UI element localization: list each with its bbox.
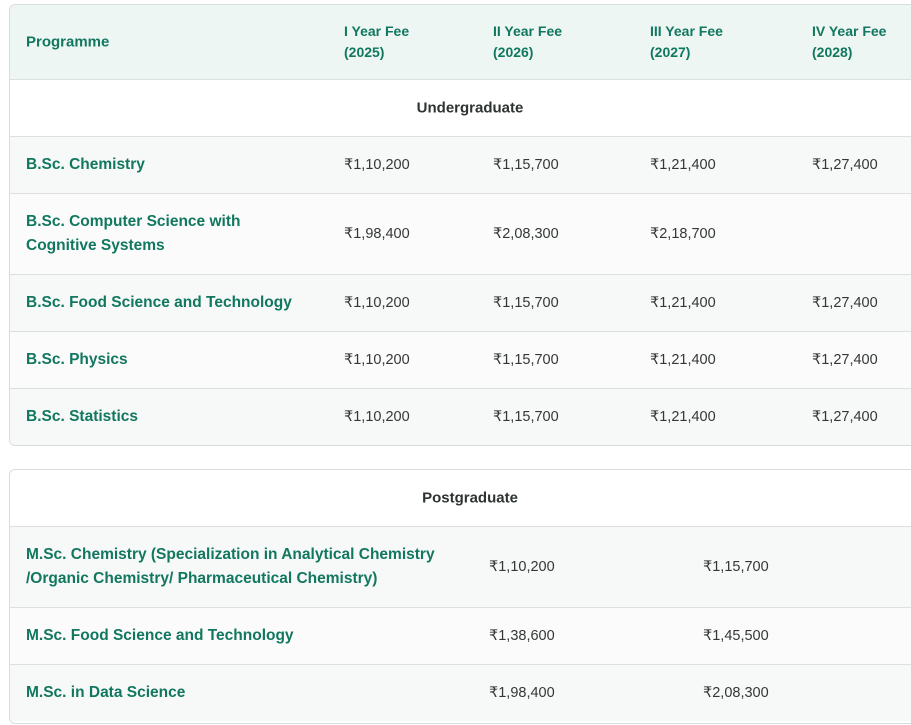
fee-year2: ₹1,15,700	[703, 559, 769, 575]
fee-year2: ₹2,08,300	[493, 226, 559, 242]
table-row: M.Sc. in Data Science ₹1,98,400 ₹2,08,30…	[10, 665, 911, 721]
fee-year4: ₹1,27,400	[812, 409, 878, 425]
header-year3: III Year Fee (2027)	[650, 21, 723, 63]
fee-year2: ₹1,15,700	[493, 352, 559, 368]
fee-year1: ₹1,98,400	[344, 226, 410, 242]
programme-name: B.Sc. Chemistry	[26, 156, 145, 173]
fee-year1: ₹1,10,200	[344, 409, 410, 425]
header-year4-label: IV Year Fee	[812, 23, 887, 39]
undergraduate-fee-table: Programme I Year Fee (2025) II Year Fee …	[9, 4, 911, 446]
postgraduate-fee-table: Postgraduate M.Sc. Chemistry (Specializa…	[9, 469, 911, 724]
fee-year1: ₹1,98,400	[489, 685, 555, 701]
section-row-postgraduate: Postgraduate	[10, 470, 911, 527]
header-year4: IV Year Fee (2028)	[812, 21, 886, 63]
table-header: Programme I Year Fee (2025) II Year Fee …	[10, 5, 911, 80]
fee-year3: ₹1,21,400	[650, 352, 716, 368]
header-year3-year: (2027)	[650, 44, 691, 60]
table-row: B.Sc. Statistics ₹1,10,200 ₹1,15,700 ₹1,…	[10, 389, 911, 445]
fee-year2: ₹1,15,700	[493, 295, 559, 311]
header-year2: II Year Fee (2026)	[493, 21, 562, 63]
header-year2-year: (2026)	[493, 44, 534, 60]
section-row-undergraduate: Undergraduate	[10, 80, 911, 137]
fee-year3: ₹1,21,400	[650, 157, 716, 173]
fee-year2: ₹1,15,700	[493, 409, 559, 425]
header-year3-label: III Year Fee	[650, 23, 723, 39]
fee-year3: ₹1,21,400	[650, 295, 716, 311]
fee-year1: ₹1,10,200	[344, 352, 410, 368]
fee-year1: ₹1,10,200	[344, 157, 410, 173]
programme-name: B.Sc. Computer Science with Cognitive Sy…	[26, 213, 241, 254]
table-row: M.Sc. Food Science and Technology ₹1,38,…	[10, 608, 911, 665]
programme-name: B.Sc. Food Science and Technology	[26, 294, 292, 311]
header-year4-year: (2028)	[812, 44, 853, 60]
fee-year1: ₹1,38,600	[489, 628, 555, 644]
fee-year2: ₹2,08,300	[703, 685, 769, 701]
header-year1: I Year Fee (2025)	[344, 21, 409, 63]
fee-year4: ₹1,27,400	[812, 352, 878, 368]
table-row: B.Sc. Chemistry ₹1,10,200 ₹1,15,700 ₹1,2…	[10, 137, 911, 194]
table-row: B.Sc. Computer Science with Cognitive Sy…	[10, 194, 911, 275]
table-row: B.Sc. Physics ₹1,10,200 ₹1,15,700 ₹1,21,…	[10, 332, 911, 389]
fee-year4: ₹1,27,400	[812, 157, 878, 173]
table-row: M.Sc. Chemistry (Specialization in Analy…	[10, 527, 911, 608]
header-year2-label: II Year Fee	[493, 23, 563, 39]
header-year1-year: (2025)	[344, 44, 385, 60]
table-row: B.Sc. Food Science and Technology ₹1,10,…	[10, 275, 911, 332]
fee-year3: ₹2,18,700	[650, 226, 716, 242]
programme-name: M.Sc. in Data Science	[26, 684, 186, 701]
programme-name: M.Sc. Food Science and Technology	[26, 627, 294, 644]
section-label: Undergraduate	[416, 99, 524, 117]
header-programme: Programme	[26, 33, 110, 51]
programme-name: B.Sc. Physics	[26, 351, 128, 368]
programme-name: M.Sc. Chemistry (Specialization in Analy…	[26, 546, 435, 587]
fee-year3: ₹1,21,400	[650, 409, 716, 425]
fee-year4: ₹1,27,400	[812, 295, 878, 311]
fee-year1: ₹1,10,200	[344, 295, 410, 311]
fee-year2: ₹1,45,500	[703, 628, 769, 644]
section-label: Postgraduate	[422, 489, 518, 507]
header-year1-label: I Year Fee	[344, 23, 410, 39]
fee-year2: ₹1,15,700	[493, 157, 559, 173]
programme-name: B.Sc. Statistics	[26, 408, 138, 425]
fee-year1: ₹1,10,200	[489, 559, 555, 575]
